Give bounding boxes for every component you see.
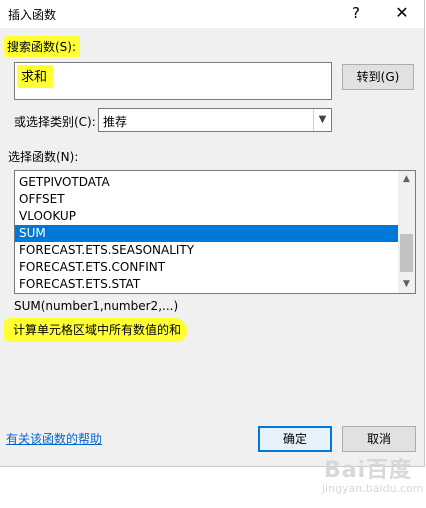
watermark-logo: Bai百度: [324, 458, 413, 483]
category-label: 或选择类别(C):: [14, 115, 96, 129]
function-list-label: 选择函数(N):: [8, 150, 79, 164]
dialog-title: 插入函数: [8, 8, 57, 22]
category-select[interactable]: 推荐 ▼: [98, 108, 332, 132]
scroll-up-arrow-icon[interactable]: ▲: [398, 171, 415, 188]
function-list: GETPIVOTDATA OFFSET VLOOKUP SUM FORECAST…: [15, 174, 399, 293]
function-item[interactable]: GETPIVOTDATA: [15, 174, 399, 191]
scroll-down-arrow-icon[interactable]: ▼: [398, 276, 415, 293]
function-item[interactable]: FORECAST.ETS.CONFINT: [15, 259, 399, 276]
search-input-value: 求和: [17, 65, 54, 88]
search-label: 搜索函数(S):: [4, 36, 81, 57]
chevron-down-icon[interactable]: ▼: [313, 109, 331, 131]
function-description: 计算单元格区域中所有数值的和: [4, 318, 188, 342]
function-item[interactable]: OFFSET: [15, 191, 399, 208]
ok-button[interactable]: 确定: [258, 426, 332, 452]
category-selected-value: 推荐: [103, 115, 128, 129]
help-icon[interactable]: ?: [344, 2, 368, 24]
title-bar: 插入函数 ? ✕: [0, 0, 424, 28]
function-syntax: SUM(number1,number2,...): [14, 299, 179, 313]
vertical-scrollbar[interactable]: ▲ ▼: [398, 171, 415, 293]
cancel-button[interactable]: 取消: [342, 426, 416, 452]
search-input[interactable]: 求和: [14, 62, 332, 100]
function-item[interactable]: VLOOKUP: [15, 208, 399, 225]
function-listbox[interactable]: GETPIVOTDATA OFFSET VLOOKUP SUM FORECAST…: [14, 170, 416, 294]
scroll-thumb[interactable]: [400, 234, 413, 272]
function-help-link[interactable]: 有关该函数的帮助: [6, 430, 102, 447]
function-item[interactable]: FORECAST.ETS.SEASONALITY: [15, 242, 399, 259]
insert-function-dialog: 插入函数 ? ✕ 搜索函数(S): 求和 转到(G) 或选择类别(C): 推荐 …: [0, 0, 425, 467]
close-icon[interactable]: ✕: [388, 2, 416, 24]
function-item[interactable]: FORECAST.ETS.STAT: [15, 276, 399, 293]
watermark-url: jingyan.baidu.com: [322, 482, 424, 495]
function-item-selected[interactable]: SUM: [15, 225, 399, 242]
baidu-watermark: Bai百度 jingyan.baidu.com: [318, 452, 424, 504]
goto-button[interactable]: 转到(G): [342, 64, 414, 90]
